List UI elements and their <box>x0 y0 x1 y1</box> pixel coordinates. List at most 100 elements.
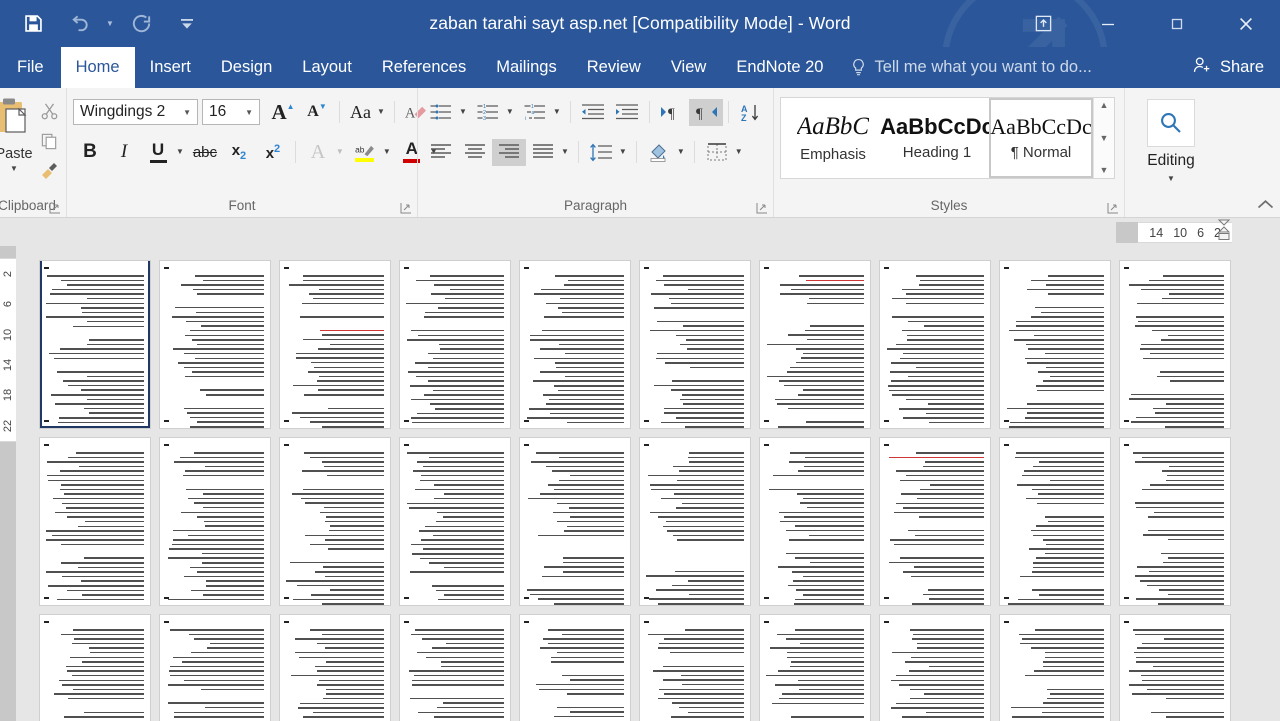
editing-button[interactable]: Editing ▼ <box>1131 95 1211 183</box>
shading-icon[interactable] <box>642 139 676 166</box>
paste-button[interactable]: Paste ▼ <box>0 95 34 173</box>
superscript-icon[interactable]: x2 <box>256 139 290 166</box>
clipboard-dialog-launcher[interactable] <box>49 201 61 213</box>
text-highlight-dropdown-icon[interactable]: ▼ <box>382 148 395 156</box>
page-thumbnail[interactable] <box>1120 615 1230 721</box>
document-canvas[interactable]: 2 6 10 14 18 22 <box>0 246 1280 721</box>
grow-font-icon[interactable]: A▲ <box>266 99 300 126</box>
tab-mailings[interactable]: Mailings <box>481 47 572 88</box>
page-thumbnail[interactable] <box>1000 438 1110 605</box>
tab-design[interactable]: Design <box>206 47 287 88</box>
shading-dropdown-icon[interactable]: ▼ <box>676 148 689 156</box>
page-thumbnail[interactable] <box>40 261 150 428</box>
page-thumbnail[interactable] <box>160 438 270 605</box>
minimize-icon[interactable] <box>1073 0 1142 47</box>
styles-scrollbar[interactable]: ▲ ▼ ▼ <box>1093 98 1114 178</box>
change-case-dropdown-icon[interactable]: ▼ <box>376 108 389 116</box>
page-thumbnail[interactable] <box>520 615 630 721</box>
page-thumbnail[interactable] <box>760 438 870 605</box>
font-name-combo[interactable]: Wingdings 2 ▼ <box>73 99 198 125</box>
page-thumbnail[interactable] <box>280 438 390 605</box>
decrease-indent-icon[interactable] <box>576 99 610 126</box>
text-highlight-icon[interactable]: ab <box>348 139 382 166</box>
indent-markers[interactable] <box>1216 218 1236 246</box>
styles-dialog-launcher[interactable] <box>1107 201 1119 213</box>
font-size-combo[interactable]: 16 ▼ <box>202 99 260 125</box>
borders-dropdown-icon[interactable]: ▼ <box>734 148 747 156</box>
ltr-text-direction-icon[interactable]: ¶ <box>655 99 689 126</box>
save-icon[interactable] <box>10 4 56 44</box>
tab-review[interactable]: Review <box>572 47 656 88</box>
justify-icon[interactable] <box>526 139 560 166</box>
shrink-font-icon[interactable]: A▼ <box>300 99 334 126</box>
page-thumbnail[interactable] <box>400 615 510 721</box>
page-thumbnail[interactable] <box>40 615 150 721</box>
justify-dropdown-icon[interactable]: ▼ <box>560 148 573 156</box>
tab-insert[interactable]: Insert <box>135 47 206 88</box>
tab-home[interactable]: Home <box>61 47 135 88</box>
font-size-dropdown-icon[interactable]: ▼ <box>241 108 257 117</box>
page-thumbnail[interactable] <box>880 261 990 428</box>
page-thumbnail[interactable] <box>1120 438 1230 605</box>
font-name-dropdown-icon[interactable]: ▼ <box>179 108 195 117</box>
italic-icon[interactable]: I <box>107 139 141 166</box>
chevron-down-icon[interactable]: ▼ <box>1167 175 1175 183</box>
copy-icon[interactable] <box>36 129 62 153</box>
close-icon[interactable] <box>1211 0 1280 47</box>
tab-endnote[interactable]: EndNote 20 <box>721 47 838 88</box>
cut-icon[interactable] <box>36 99 62 123</box>
paste-dropdown-icon[interactable]: ▼ <box>10 165 18 173</box>
font-dialog-launcher[interactable] <box>400 201 412 213</box>
page-thumbnail[interactable] <box>400 261 510 428</box>
multilevel-list-icon[interactable]: 1 a i <box>518 99 552 126</box>
numbering-icon[interactable]: 1 2 3 <box>471 99 505 126</box>
strikethrough-icon[interactable]: abc <box>188 139 222 166</box>
borders-icon[interactable] <box>700 139 734 166</box>
style-emphasis[interactable]: AaBbC Emphasis <box>781 98 885 178</box>
page-thumbnail[interactable] <box>880 615 990 721</box>
style-heading-1[interactable]: AaBbCcDc Heading 1 <box>885 98 989 178</box>
numbering-dropdown-icon[interactable]: ▼ <box>505 108 518 116</box>
align-center-icon[interactable] <box>458 139 492 166</box>
tab-view[interactable]: View <box>656 47 721 88</box>
tab-layout[interactable]: Layout <box>287 47 367 88</box>
style-normal[interactable]: AaBbCcDc ¶ Normal <box>989 98 1093 178</box>
undo-icon[interactable] <box>56 4 102 44</box>
tab-references[interactable]: References <box>367 47 481 88</box>
bold-icon[interactable]: B <box>73 139 107 166</box>
restore-icon[interactable] <box>1142 0 1211 47</box>
horizontal-ruler[interactable]: 14 10 6 2 <box>1116 222 1232 243</box>
format-painter-icon[interactable] <box>36 159 62 183</box>
multilevel-list-dropdown-icon[interactable]: ▼ <box>552 108 565 116</box>
page-thumbnail[interactable] <box>1120 261 1230 428</box>
page-thumbnail[interactable] <box>1000 261 1110 428</box>
align-left-icon[interactable] <box>424 139 458 166</box>
page-thumbnail[interactable] <box>1000 615 1110 721</box>
styles-more-icon[interactable]: ▼ <box>1100 166 1109 175</box>
tab-file[interactable]: File <box>0 47 61 88</box>
share-button[interactable]: Share <box>1178 47 1280 88</box>
page-thumbnail[interactable] <box>640 261 750 428</box>
page-thumbnail[interactable] <box>280 261 390 428</box>
page-thumbnail[interactable] <box>40 438 150 605</box>
line-spacing-icon[interactable] <box>584 139 618 166</box>
sort-icon[interactable]: A Z <box>734 99 768 126</box>
page-thumbnail[interactable] <box>160 261 270 428</box>
bullets-dropdown-icon[interactable]: ▼ <box>458 108 471 116</box>
page-thumbnail[interactable] <box>520 438 630 605</box>
page-thumbnail[interactable] <box>160 615 270 721</box>
styles-scroll-up-icon[interactable]: ▲ <box>1100 101 1109 110</box>
vertical-ruler[interactable]: 2 6 10 14 18 22 <box>0 246 16 721</box>
styles-scroll-down-icon[interactable]: ▼ <box>1100 134 1109 143</box>
underline-icon[interactable]: U <box>141 139 175 166</box>
page-thumbnail[interactable] <box>520 261 630 428</box>
page-thumbnail[interactable] <box>280 615 390 721</box>
tell-me-search[interactable]: Tell me what you want to do... <box>850 47 1091 88</box>
page-thumbnail[interactable] <box>400 438 510 605</box>
search-icon[interactable] <box>1147 99 1195 147</box>
ribbon-display-options-icon[interactable] <box>1013 0 1073 47</box>
increase-indent-icon[interactable] <box>610 99 644 126</box>
underline-dropdown-icon[interactable]: ▼ <box>175 148 188 156</box>
page-thumbnail-grid[interactable] <box>40 261 1280 721</box>
customize-qat-icon[interactable] <box>164 4 210 44</box>
